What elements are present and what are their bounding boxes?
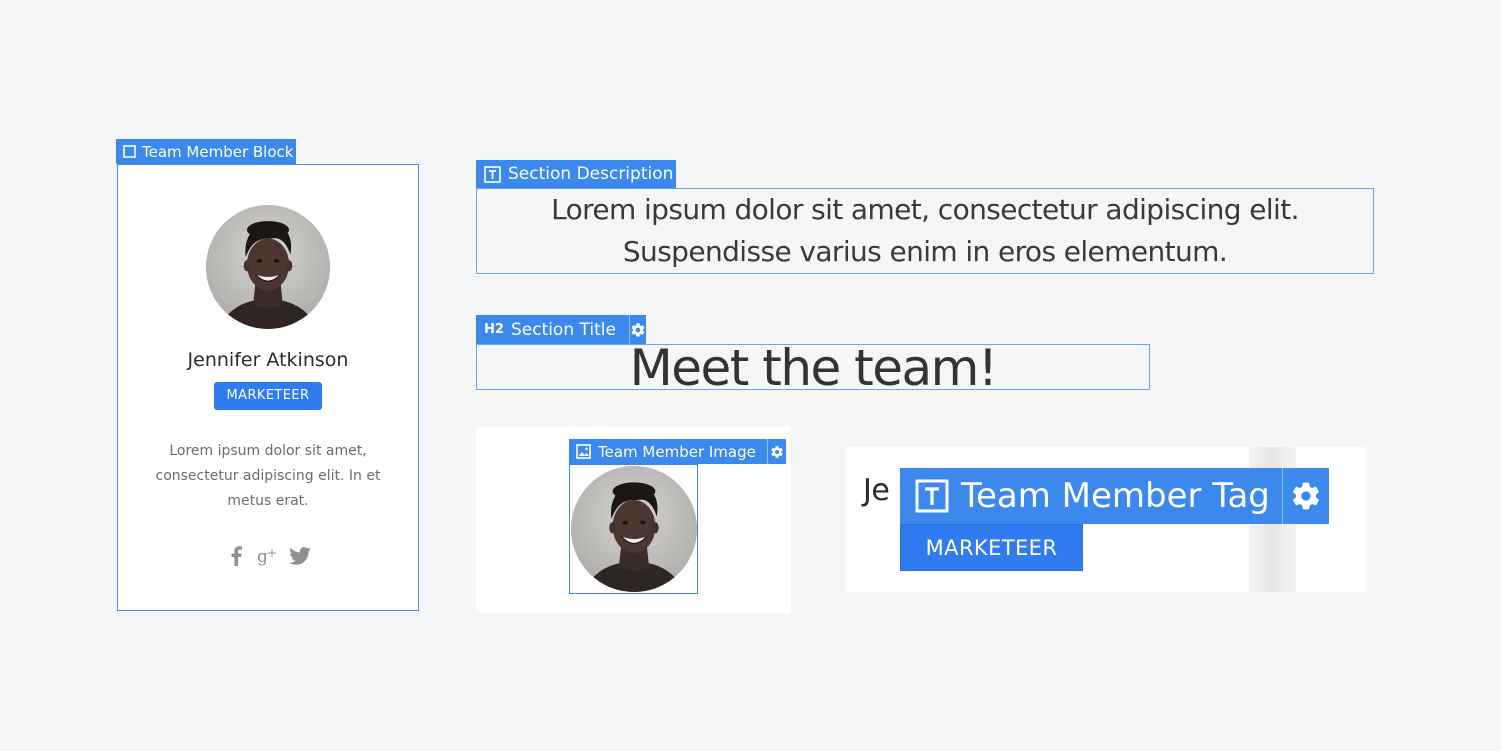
team-member-card[interactable]: Jennifer Atkinson MARKETEER Lorem ipsum … bbox=[117, 164, 419, 611]
svg-text:+: + bbox=[267, 546, 277, 560]
team-member-avatar bbox=[206, 205, 330, 329]
team-member-block-tag-label: Team Member Block bbox=[142, 142, 294, 161]
name-fragment: Je bbox=[863, 473, 890, 508]
square-outline-icon bbox=[123, 145, 136, 158]
google-plus-icon[interactable]: g + bbox=[257, 545, 279, 567]
section-description-text[interactable]: Lorem ipsum dolor sit amet, consectetur … bbox=[477, 188, 1373, 273]
team-member-tag-badge[interactable]: MARKETEER bbox=[900, 524, 1083, 571]
social-links: g + bbox=[118, 545, 418, 567]
section-title-heading[interactable]: Meet the team! bbox=[477, 343, 1149, 393]
section-title-tag-label: Section Title bbox=[510, 319, 616, 340]
image-icon bbox=[576, 444, 591, 459]
team-member-image-tag-label: Team Member Image bbox=[598, 442, 756, 461]
twitter-icon[interactable] bbox=[289, 545, 311, 567]
team-member-image[interactable] bbox=[571, 466, 697, 592]
section-description-line-1: Lorem ipsum dolor sit amet, consectetur … bbox=[551, 193, 1299, 226]
team-member-name: Jennifer Atkinson bbox=[187, 349, 349, 371]
team-member-image-tag[interactable]: Team Member Image bbox=[569, 439, 786, 464]
section-description-tag[interactable]: Section Description bbox=[476, 160, 676, 188]
facebook-icon[interactable] bbox=[225, 545, 247, 567]
text-t-icon bbox=[915, 479, 949, 513]
role-badge: MARKETEER bbox=[214, 382, 322, 410]
gear-icon[interactable] bbox=[766, 439, 786, 464]
section-description-line-2: Suspendisse varius enim in eros elementu… bbox=[622, 235, 1228, 268]
team-member-tag-tag-label: Team Member Tag bbox=[961, 476, 1270, 516]
section-title-tag[interactable]: H2 Section Title bbox=[476, 315, 646, 344]
team-member-description: Lorem ipsum dolor sit amet, consectetur … bbox=[155, 443, 381, 509]
text-t-icon bbox=[484, 165, 501, 183]
heading-h2-icon: H2 bbox=[484, 322, 504, 337]
team-member-tag-tag[interactable]: Team Member Tag bbox=[900, 468, 1329, 524]
team-member-block-tag[interactable]: Team Member Block bbox=[116, 139, 296, 164]
gear-icon[interactable] bbox=[1281, 468, 1329, 524]
section-description-tag-label: Section Description bbox=[508, 164, 674, 184]
